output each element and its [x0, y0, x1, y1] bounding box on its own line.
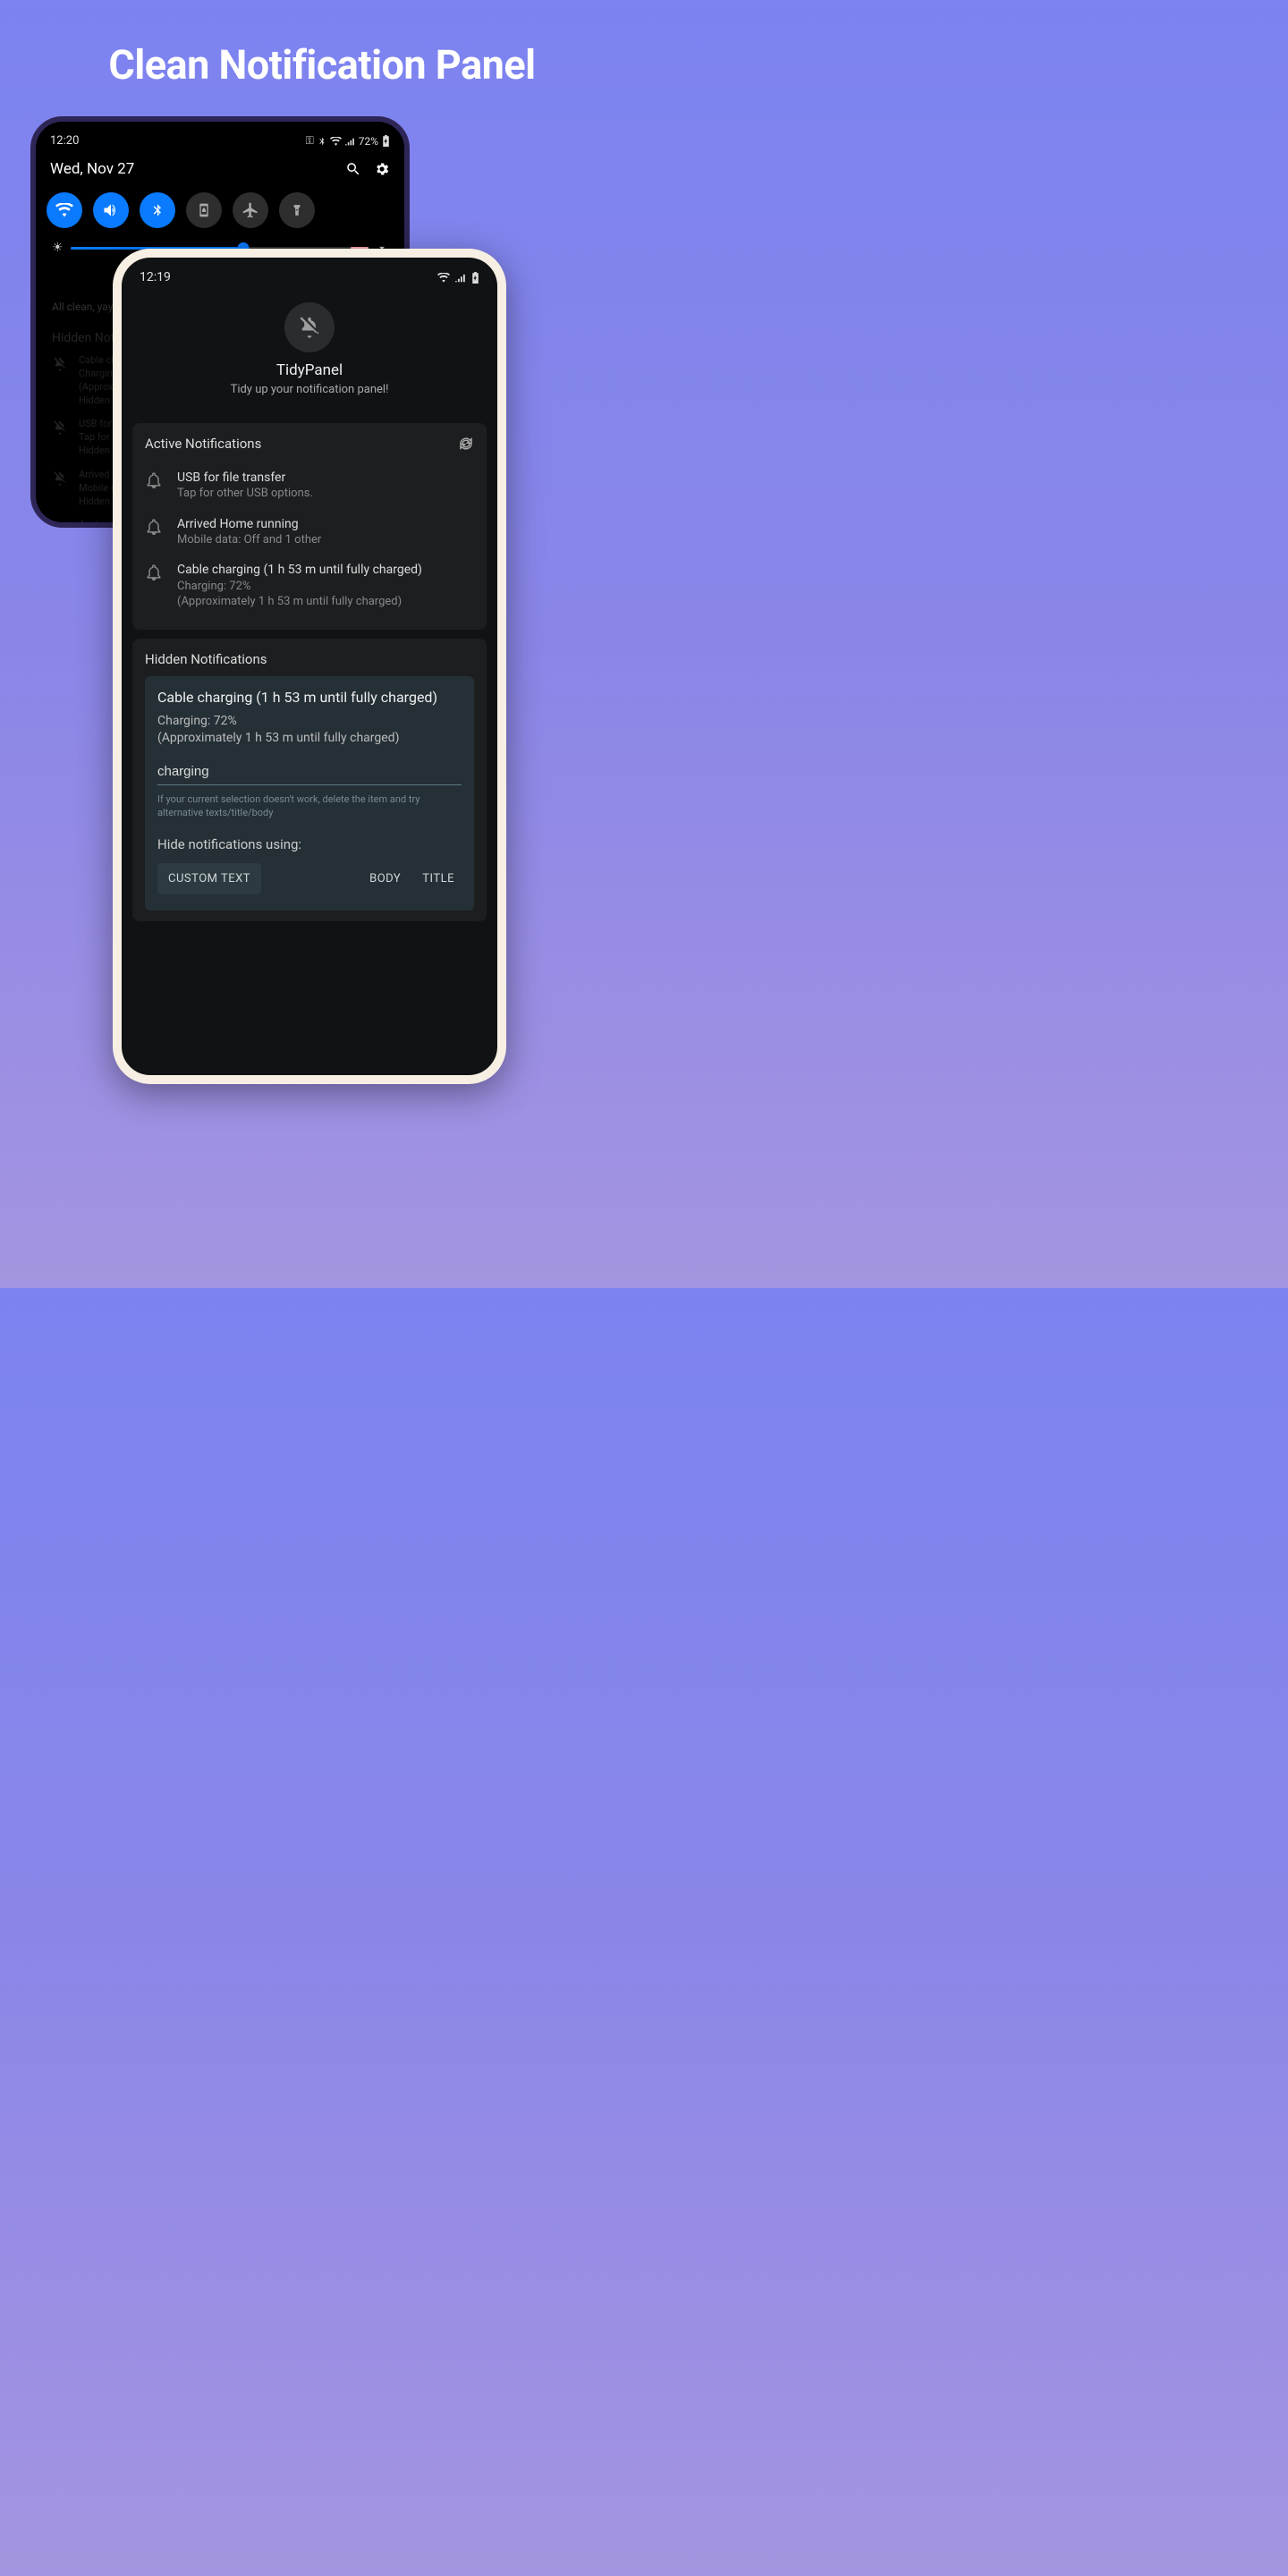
bell-off-icon [52, 469, 70, 509]
editor-hint: If your current selection doesn't work, … [157, 792, 462, 820]
back-status-icons: ⚿ 72% [306, 134, 390, 148]
hide-using-label: Hide notifications using: [157, 836, 462, 852]
notif-sub: Mobile data: Off and 1 other [177, 532, 474, 548]
battery-icon [471, 272, 479, 284]
notification-item[interactable]: USB for file transfer Tap for other USB … [145, 462, 474, 509]
gear-icon[interactable] [374, 161, 390, 177]
custom-text-button[interactable]: CUSTOM TEXT [157, 863, 261, 894]
notif-title: USB for file transfer [177, 470, 474, 486]
bell-icon [145, 562, 165, 609]
bell-off-icon [52, 354, 70, 407]
page-title: Clean Notification Panel [0, 0, 644, 89]
wifi-icon [330, 137, 342, 146]
wifi-icon [437, 273, 450, 283]
quick-settings-row [45, 189, 395, 239]
notif-title: Arrived Home running [177, 516, 474, 532]
front-time: 12:19 [140, 270, 171, 284]
body-button[interactable]: BODY [362, 863, 408, 894]
front-status-bar: 12:19 [122, 258, 497, 290]
back-status-bar: 12:20 ⚿ 72% [45, 134, 395, 157]
toggle-icon [52, 519, 70, 528]
qs-sound[interactable] [93, 192, 129, 228]
front-status-icons [437, 270, 479, 284]
battery-icon [382, 135, 390, 147]
qs-rotate-lock[interactable] [186, 192, 222, 228]
vpn-key-icon: ⚿ [306, 134, 314, 148]
back-time: 12:20 [50, 134, 79, 148]
title-button[interactable]: TITLE [415, 863, 462, 894]
notification-item[interactable]: Cable charging (1 h 53 m until fully cha… [145, 555, 474, 616]
qs-wifi[interactable] [47, 192, 82, 228]
editor-body: Charging: 72% (Approximately 1 h 53 m un… [157, 713, 462, 748]
back-battery-text: 72% [359, 135, 378, 148]
refresh-icon[interactable] [458, 436, 474, 452]
notif-sub2: (Approximately 1 h 53 m until fully char… [177, 594, 474, 610]
app-bell-off-icon [284, 302, 335, 352]
back-date: Wed, Nov 27 [50, 160, 134, 178]
qs-flashlight[interactable] [279, 192, 315, 228]
active-notifications-title: Active Notifications [145, 436, 261, 452]
editor-title: Cable charging (1 h 53 m until fully cha… [157, 689, 462, 706]
qs-airplane[interactable] [233, 192, 268, 228]
hide-buttons-row: CUSTOM TEXT BODY TITLE [157, 863, 462, 894]
signal-icon [345, 137, 355, 146]
qs-bluetooth[interactable] [140, 192, 175, 228]
bell-off-icon [52, 418, 70, 458]
app-name: TidyPanel [122, 361, 497, 379]
notif-sub: Tap for other USB options. [177, 486, 474, 502]
hidden-notifications-card: Hidden Notifications Cable charging (1 h… [132, 639, 487, 921]
notif-title: Cable charging (1 h 53 m until fully cha… [177, 562, 474, 578]
app-subtitle: Tidy up your notification panel! [122, 383, 497, 396]
active-notifications-card: Active Notifications USB for file transf… [132, 423, 487, 630]
brightness-icon: ☀ [52, 241, 64, 255]
bell-icon [145, 516, 165, 548]
bluetooth-icon [318, 136, 326, 147]
phone-front-frame: 12:19 TidyPanel Tidy up your notificatio… [113, 249, 506, 1084]
search-icon[interactable] [345, 161, 361, 177]
notification-item[interactable]: Arrived Home running Mobile data: Off an… [145, 509, 474, 555]
filter-text-input[interactable] [157, 760, 462, 785]
signal-icon [455, 273, 466, 283]
hidden-notification-editor: Cable charging (1 h 53 m until fully cha… [145, 676, 474, 911]
front-app-header: TidyPanel Tidy up your notification pane… [122, 290, 497, 414]
bell-icon [145, 470, 165, 502]
hidden-notifications-title: Hidden Notifications [145, 651, 474, 667]
notif-sub: Charging: 72% [177, 579, 474, 595]
back-header: Wed, Nov 27 [45, 157, 395, 189]
